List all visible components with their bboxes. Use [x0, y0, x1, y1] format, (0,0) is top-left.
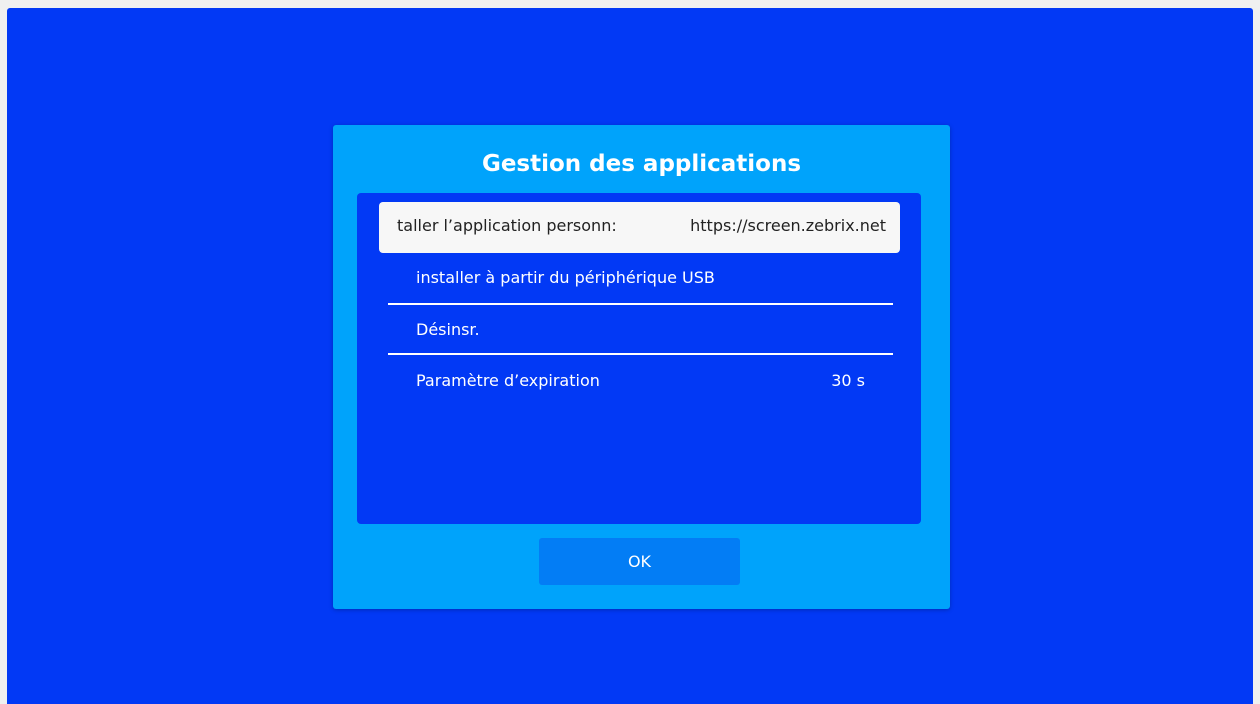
tv-screen: Gestion des applications taller l’applic…	[7, 8, 1253, 704]
menu-item-value-url: https://screen.zebrix.net	[690, 216, 886, 235]
dialog-title: Gestion des applications	[481, 151, 802, 177]
menu-item-label: installer à partir du périphérique USB	[416, 268, 715, 287]
menu-item-install-custom-app[interactable]: taller l’application personn: https://sc…	[379, 202, 900, 253]
divider	[388, 353, 893, 355]
menu-panel: taller l’application personn: https://sc…	[357, 193, 921, 524]
menu-item-uninstall[interactable]: Désinsr.	[357, 306, 921, 356]
timeout-value: 30 s	[831, 371, 865, 390]
app-management-dialog: Gestion des applications taller l’applic…	[333, 125, 950, 609]
divider	[388, 303, 893, 305]
menu-item-label: taller l’application personn:	[397, 216, 617, 235]
menu-item-label: Désinsr.	[416, 320, 480, 339]
ok-button[interactable]: OK	[539, 538, 740, 585]
menu-item-install-from-usb[interactable]: installer à partir du périphérique USB	[357, 254, 921, 304]
menu-item-label: Paramètre d’expiration	[416, 371, 600, 390]
menu-item-timeout-setting[interactable]: Paramètre d’expiration 30 s	[357, 357, 921, 407]
